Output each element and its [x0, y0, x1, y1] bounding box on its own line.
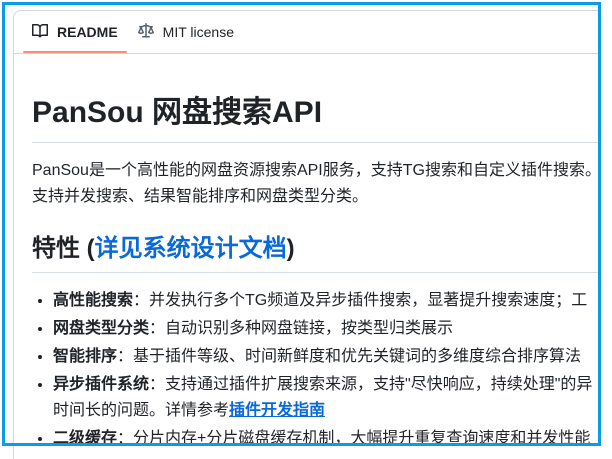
- list-item: 智能排序：基于插件等级、时间新鲜度和优先关键词的多维度综合排序算法: [53, 344, 601, 370]
- feature-desc: ：自动识别多种网盘链接，按类型归类展示: [149, 320, 453, 337]
- feature-desc: ：支持通过插件扩展搜索来源，支持"尽快响应，持续处理"的异: [149, 376, 592, 393]
- intro-paragraph: PanSou是一个高性能的网盘资源搜索API服务，支持TG搜索和自定义插件搜索。…: [32, 158, 601, 210]
- plugin-dev-guide-link[interactable]: 插件开发指南: [229, 402, 325, 419]
- features-heading: 特性 (详见系统设计文档): [32, 233, 601, 273]
- features-heading-prefix: 特性 (: [32, 235, 95, 262]
- feature-term: 高性能搜索: [53, 292, 133, 309]
- page-title: PanSou 网盘搜索API: [32, 94, 601, 143]
- readme-content: PanSou 网盘搜索API PanSou是一个高性能的网盘资源搜索API服务，…: [14, 54, 601, 446]
- tab-mit-license[interactable]: MIT license: [128, 11, 244, 53]
- tab-readme[interactable]: README: [22, 11, 128, 53]
- intro-line-2: 支持并发搜索、结果智能排序和网盘类型分类。: [32, 184, 601, 210]
- list-item: 二级缓存：分片内存+分片磁盘缓存机制，大幅提升重复查询速度和并发性能: [53, 426, 601, 446]
- feature-desc: ：并发执行多个TG频道及异步插件搜索，显著提升搜索速度；工: [133, 292, 587, 309]
- feature-desc-continuation: 时间长的问题。详情参考: [53, 402, 229, 419]
- list-item: 网盘类型分类：自动识别多种网盘链接，按类型归类展示: [53, 316, 601, 342]
- feature-term: 二级缓存: [53, 430, 117, 446]
- law-icon: [138, 23, 154, 42]
- list-item: 异步插件系统：支持通过插件扩展搜索来源，支持"尽快响应，持续处理"的异 时间长的…: [53, 372, 601, 424]
- card-left-border-continuation: [13, 446, 14, 459]
- tab-mit-license-label: MIT license: [163, 24, 234, 40]
- list-item: 高性能搜索：并发执行多个TG频道及异步插件搜索，显著提升搜索速度；工: [53, 288, 601, 314]
- features-list: 高性能搜索：并发执行多个TG频道及异步插件搜索，显著提升搜索速度；工 网盘类型分…: [32, 288, 601, 446]
- readme-tabbar: README MIT license: [14, 11, 601, 54]
- system-design-doc-link[interactable]: 详见系统设计文档: [95, 235, 287, 262]
- tab-readme-label: README: [57, 24, 118, 40]
- intro-line-1: PanSou是一个高性能的网盘资源搜索API服务，支持TG搜索和自定义插件搜索。: [32, 158, 601, 184]
- feature-term: 网盘类型分类: [53, 320, 149, 337]
- feature-term: 智能排序: [53, 348, 117, 365]
- feature-term: 异步插件系统: [53, 376, 149, 393]
- features-heading-suffix: ): [287, 235, 295, 262]
- feature-desc: ：分片内存+分片磁盘缓存机制，大幅提升重复查询速度和并发性能: [117, 430, 590, 446]
- screenshot-page: README MIT license PanSou 网盘搜索API PanSou…: [0, 0, 612, 459]
- book-icon: [32, 23, 48, 42]
- readme-card: README MIT license PanSou 网盘搜索API PanSou…: [13, 10, 601, 446]
- highlight-viewport: README MIT license PanSou 网盘搜索API PanSou…: [2, 2, 601, 446]
- feature-desc: ：基于插件等级、时间新鲜度和优先关键词的多维度综合排序算法: [117, 348, 581, 365]
